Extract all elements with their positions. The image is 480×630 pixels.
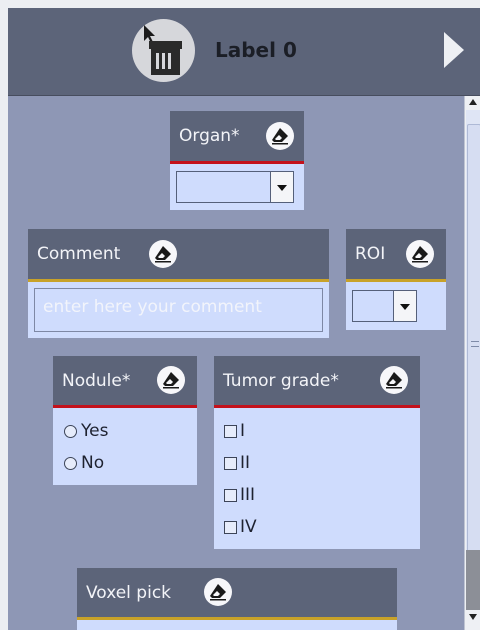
organ-header: Organ* [170, 111, 304, 161]
nodule-widget: Nodule* Yes No [53, 356, 197, 485]
eraser-icon [272, 128, 288, 145]
radio-icon [64, 456, 77, 470]
tumor-grade-option-iv[interactable]: IV [224, 517, 257, 537]
label-panel: Label 0 Organ* Comment enter here your c… [8, 0, 480, 630]
organ-widget: Organ* [170, 111, 304, 210]
delete-label-button[interactable] [132, 19, 195, 82]
label-title: Label 0 [215, 38, 297, 62]
chevron-down-icon[interactable] [393, 291, 416, 321]
comment-header: Comment [28, 229, 329, 279]
option-label: I [240, 421, 246, 441]
voxel-pick-widget: Voxel pick [77, 568, 397, 630]
option-label: II [240, 453, 251, 473]
eraser-icon [163, 372, 179, 389]
scrollbar-thumb[interactable] [467, 124, 480, 562]
organ-clear-button[interactable] [266, 122, 294, 150]
voxel-pick-header: Voxel pick [77, 568, 397, 617]
roi-widget: ROI [346, 229, 446, 330]
comment-body: enter here your comment [28, 282, 329, 338]
roi-body [346, 282, 446, 330]
voxel-pick-title: Voxel pick [86, 583, 172, 603]
option-label: Yes [81, 421, 109, 441]
nodule-clear-button[interactable] [157, 366, 185, 394]
scroll-down-icon[interactable] [469, 614, 477, 620]
tumor-grade-title: Tumor grade* [223, 371, 339, 391]
voxel-pick-clear-button[interactable] [204, 578, 232, 606]
tumor-grade-option-iii[interactable]: III [224, 485, 255, 505]
eraser-icon [412, 246, 428, 263]
trash-cursor-icon [144, 25, 182, 75]
label-header: Label 0 [8, 8, 480, 96]
tumor-grade-widget: Tumor grade* I II III IV [214, 356, 420, 549]
scrollbar-lower-track[interactable] [466, 550, 480, 610]
organ-body [170, 164, 304, 210]
nodule-option-no[interactable]: No [64, 453, 104, 473]
eraser-icon [210, 584, 226, 601]
tumor-grade-option-ii[interactable]: II [224, 453, 250, 473]
nodule-option-yes[interactable]: Yes [64, 421, 108, 441]
option-label: III [240, 485, 256, 505]
option-label: IV [240, 517, 257, 537]
vertical-scrollbar[interactable] [464, 96, 480, 630]
option-label: No [81, 453, 105, 473]
voxel-pick-body [77, 620, 397, 630]
roi-title: ROI [355, 244, 386, 264]
tumor-grade-body: I II III IV [214, 408, 420, 549]
eraser-icon [155, 246, 171, 263]
next-arrow-icon[interactable] [444, 32, 464, 68]
tumor-grade-header: Tumor grade* [214, 356, 420, 405]
comment-title: Comment [37, 244, 121, 264]
tumor-grade-clear-button[interactable] [380, 366, 408, 394]
roi-header: ROI [346, 229, 446, 279]
checkbox-icon [224, 456, 237, 470]
roi-clear-button[interactable] [406, 240, 434, 268]
tumor-grade-option-i[interactable]: I [224, 421, 245, 441]
nodule-header: Nodule* [53, 356, 197, 405]
checkbox-icon [224, 520, 237, 534]
organ-title: Organ* [179, 126, 240, 146]
comment-clear-button[interactable] [149, 240, 177, 268]
nodule-body: Yes No [53, 408, 197, 485]
scroll-up-icon[interactable] [469, 99, 477, 105]
nodule-title: Nodule* [62, 371, 131, 391]
comment-input[interactable]: enter here your comment [34, 288, 323, 332]
grip-icon [471, 341, 479, 347]
annotation-form: Organ* Comment enter here your comment R… [8, 96, 464, 630]
checkbox-icon [224, 488, 237, 502]
comment-widget: Comment enter here your comment [28, 229, 329, 338]
roi-select[interactable] [352, 290, 417, 322]
eraser-icon [386, 372, 402, 389]
checkbox-icon [224, 424, 237, 438]
organ-select[interactable] [176, 171, 294, 203]
chevron-down-icon[interactable] [270, 172, 293, 202]
scrollbar-track[interactable] [466, 110, 480, 562]
radio-icon [64, 424, 77, 438]
